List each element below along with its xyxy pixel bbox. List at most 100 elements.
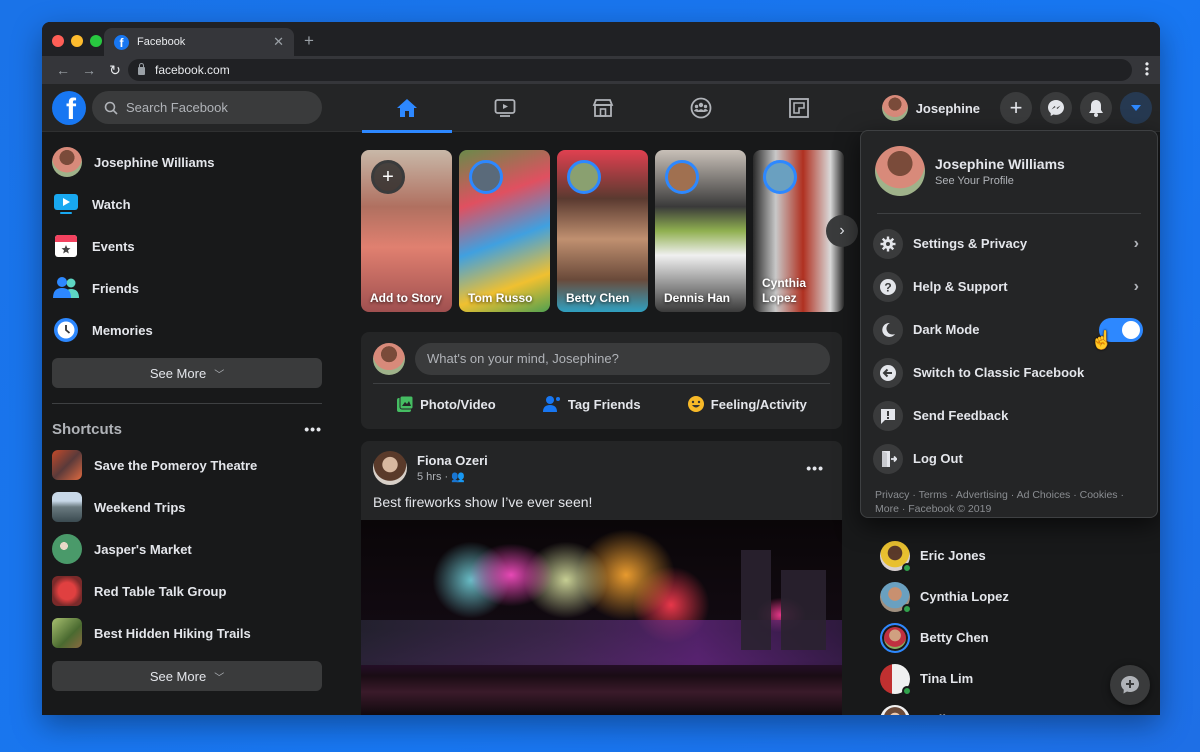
tab-watch[interactable]	[460, 84, 550, 132]
contact-avatar	[880, 663, 912, 696]
story-name: Add to Story	[370, 291, 442, 305]
action-label: Tag Friends	[567, 396, 641, 412]
menu-item-switch-classic[interactable]: Switch to Classic Facebook	[873, 351, 1145, 394]
shortcuts-options-button[interactable]: •••	[304, 421, 322, 437]
back-arrow-icon	[873, 357, 903, 388]
browser-tab[interactable]: f Facebook ✕	[104, 28, 294, 56]
contact-name: Molly Carter	[920, 712, 995, 715]
shortcut-label: Save the Pomeroy Theatre	[94, 457, 258, 473]
browser-toolbar: ← → ↻ facebook.com • • •	[42, 56, 1160, 84]
story-avatar	[665, 160, 699, 194]
account-menu-button[interactable]	[1120, 92, 1152, 124]
sidebar-divider	[52, 403, 322, 404]
menu-item-settings-privacy[interactable]: Settings & Privacy ›	[873, 222, 1145, 265]
browser-menu-icon[interactable]: • • •	[1144, 58, 1150, 80]
sidebar-item-watch[interactable]: Watch	[52, 183, 332, 225]
account-dropdown-menu: Josephine Williams See Your Profile Sett…	[860, 130, 1158, 518]
post-author-avatar[interactable]	[373, 451, 407, 485]
contact-item[interactable]: Eric Jones	[862, 535, 1160, 576]
news-feed: + Add to Story Tom Russo Betty Chen Denn…	[361, 133, 858, 715]
feeling-activity-button[interactable]: Feeling/Activity	[687, 395, 807, 413]
story-card[interactable]: Tom Russo	[459, 150, 550, 312]
contact-item[interactable]: Betty Chen	[862, 617, 1160, 658]
messenger-button[interactable]	[1040, 92, 1072, 124]
photo-video-button[interactable]: Photo/Video	[396, 395, 496, 413]
shortcut-thumbnail	[52, 618, 82, 648]
shortcut-thumbnail	[52, 576, 82, 606]
shortcut-thumbnail	[52, 450, 82, 480]
stories-next-button[interactable]: ›	[826, 215, 858, 247]
see-more-button[interactable]: See More ﹀	[52, 358, 322, 388]
minimize-window-button[interactable]	[71, 35, 83, 47]
tab-gaming[interactable]	[754, 84, 844, 132]
address-bar[interactable]: facebook.com	[128, 59, 1132, 81]
smiley-icon	[687, 395, 705, 413]
shortcut-item[interactable]: Save the Pomeroy Theatre	[52, 444, 332, 486]
notifications-button[interactable]	[1080, 92, 1112, 124]
see-more-label: See More	[149, 668, 207, 684]
post-author-name[interactable]: Fiona Ozeri	[417, 453, 806, 468]
dropdown-profile-link[interactable]: Josephine Williams See Your Profile	[873, 143, 1145, 199]
contact-item[interactable]: Molly Carter	[862, 699, 1160, 715]
shortcuts-title: Shortcuts	[52, 420, 123, 438]
new-tab-button[interactable]: +	[304, 31, 314, 51]
online-status-icon	[902, 685, 912, 696]
menu-item-help-support[interactable]: ? Help & Support ›	[873, 265, 1145, 308]
sidebar-item-friends[interactable]: Friends	[52, 267, 332, 309]
contact-avatar	[880, 581, 912, 614]
forward-arrow-icon[interactable]: →	[76, 62, 102, 78]
search-placeholder: Search Facebook	[126, 100, 228, 115]
search-icon	[104, 101, 118, 115]
tab-marketplace[interactable]	[558, 84, 648, 132]
sidebar-item-memories[interactable]: Memories	[52, 309, 332, 351]
tag-friends-button[interactable]: Tag Friends	[542, 395, 641, 413]
friends-audience-icon: 👥	[451, 471, 465, 483]
shortcut-label: Red Table Talk Group	[94, 583, 227, 599]
sidebar-item-events[interactable]: Events	[52, 225, 332, 267]
shortcut-item[interactable]: Best Hidden Hiking Trails	[52, 612, 332, 654]
story-card[interactable]: Betty Chen	[557, 150, 648, 312]
shortcut-item[interactable]: Weekend Trips	[52, 486, 332, 528]
sidebar-item-label: Josephine Williams	[94, 154, 215, 170]
chevron-right-icon: ›	[1133, 234, 1139, 252]
post-time[interactable]: 5 hrs ·	[417, 471, 448, 483]
events-icon	[52, 232, 80, 260]
image-building	[781, 570, 826, 650]
contact-avatar-story	[880, 622, 910, 653]
story-card-add[interactable]: + Add to Story	[361, 150, 452, 312]
close-window-button[interactable]	[52, 35, 64, 47]
create-button[interactable]: +	[1000, 92, 1032, 124]
reload-icon[interactable]: ↻	[102, 62, 128, 79]
post-options-button[interactable]: •••	[806, 460, 824, 476]
dropdown-user-name: Josephine Williams	[935, 155, 1065, 172]
image-building	[741, 550, 771, 650]
menu-item-send-feedback[interactable]: Send Feedback	[873, 394, 1145, 437]
facebook-logo-icon[interactable]: f	[52, 91, 86, 125]
footer-links[interactable]: Privacy · Terms · Advertising · Ad Choic…	[873, 488, 1145, 516]
status-input[interactable]: What's on your mind, Josephine?	[415, 342, 830, 375]
contact-item[interactable]: Cynthia Lopez	[862, 576, 1160, 617]
shortcut-item[interactable]: Red Table Talk Group	[52, 570, 332, 612]
tab-home[interactable]	[362, 84, 452, 133]
see-more-label: See More	[149, 365, 207, 381]
post-image-fireworks[interactable]	[361, 520, 842, 715]
close-tab-icon[interactable]: ✕	[273, 34, 284, 50]
maximize-window-button[interactable]	[90, 35, 102, 47]
menu-item-log-out[interactable]: Log Out	[873, 437, 1145, 480]
shortcut-item[interactable]: Jasper's Market	[52, 528, 332, 570]
menu-item-dark-mode[interactable]: Dark Mode ☝	[873, 308, 1145, 351]
back-arrow-icon[interactable]: ←	[50, 62, 76, 78]
url-text: facebook.com	[155, 63, 230, 77]
tab-groups[interactable]	[656, 84, 746, 132]
new-message-button[interactable]	[1110, 665, 1150, 705]
search-input[interactable]: Search Facebook	[92, 91, 322, 124]
shortcuts-see-more-button[interactable]: See More ﹀	[52, 661, 322, 691]
window-controls	[52, 35, 102, 47]
shortcut-label: Best Hidden Hiking Trails	[94, 625, 251, 641]
sidebar-item-profile[interactable]: Josephine Williams	[52, 141, 332, 183]
story-card[interactable]: Dennis Han	[655, 150, 746, 312]
help-icon: ?	[873, 271, 903, 302]
profile-shortcut[interactable]: Josephine	[881, 95, 980, 121]
left-sidebar: Josephine Williams Watch Events Friends …	[42, 133, 342, 715]
chevron-right-icon: ›	[839, 222, 845, 239]
